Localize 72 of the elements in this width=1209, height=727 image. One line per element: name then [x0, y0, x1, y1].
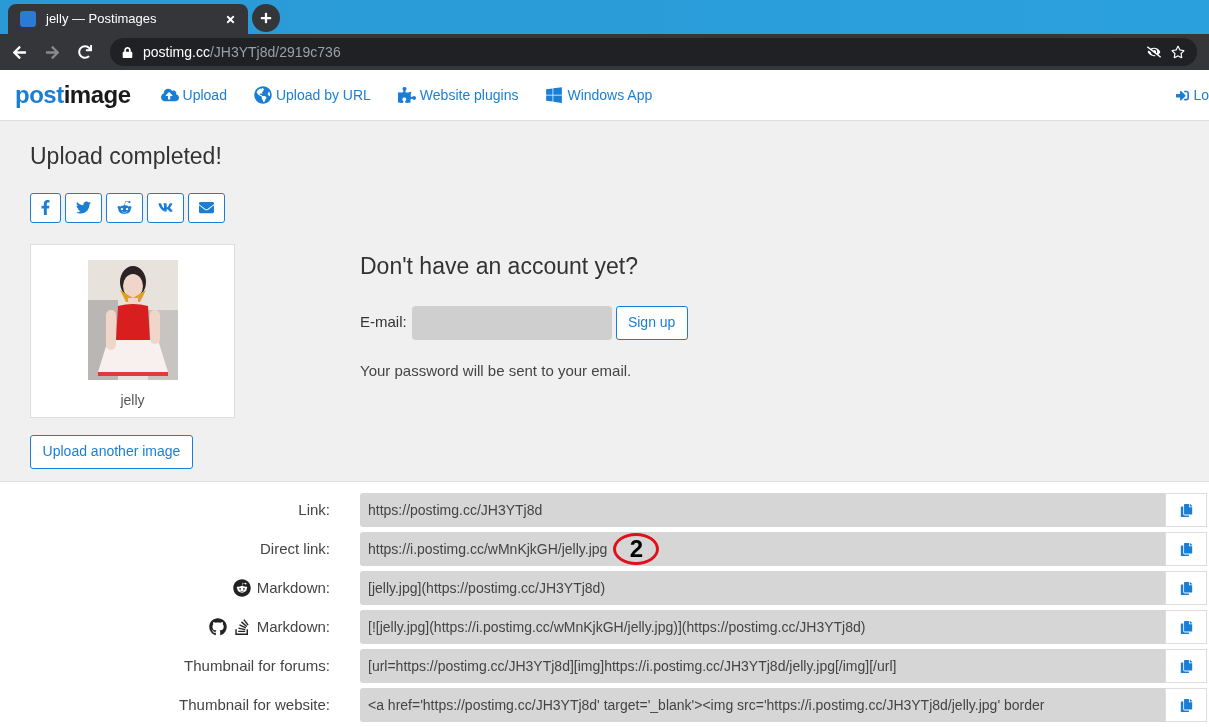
- upload-another-button[interactable]: Upload another image: [30, 434, 193, 469]
- share-button[interactable]: [147, 192, 184, 223]
- copy-button[interactable]: [1165, 493, 1207, 527]
- share-button[interactable]: [106, 192, 143, 223]
- share-button[interactable]: [188, 192, 225, 223]
- envelope-icon: [199, 200, 214, 215]
- link-label: Thumbnail for website:: [179, 694, 330, 715]
- link-field[interactable]: https://i.postimg.cc/wMnKjkGH/jelly.jpg 2: [360, 532, 1165, 566]
- image-caption: jelly: [120, 390, 145, 410]
- tab-title: jelly — Postimages: [46, 10, 158, 29]
- link-field[interactable]: https://postimg.cc/JH3YTj8d: [360, 493, 1165, 527]
- copy-icon: [1179, 581, 1193, 595]
- link-label: Direct link:: [260, 538, 330, 559]
- share-button[interactable]: [65, 192, 102, 223]
- copy-icon: [1179, 542, 1193, 556]
- link-label: Markdown:: [256, 577, 330, 598]
- copy-icon: [1179, 659, 1193, 673]
- nav-link[interactable]: Upload by URL: [253, 84, 371, 106]
- globe-icon: [253, 86, 272, 104]
- forward-icon[interactable]: [45, 44, 60, 60]
- link-field[interactable]: <a href='https://postimg.cc/JH3YTj8d' target='_blank'><img src='https://i.postimg.cc/JH3YTj8d/jelly.jpg' border: [360, 688, 1165, 722]
- share-button[interactable]: [30, 192, 61, 223]
- github-icon: [208, 618, 227, 636]
- reddit-icon: [232, 579, 251, 597]
- cloud-upload-icon: [160, 86, 179, 104]
- url-text: postimg.cc/JH3YTj8d/2919c736: [143, 42, 342, 62]
- nav-link[interactable]: Website plugins: [397, 84, 519, 106]
- email-label: E-mail:: [360, 312, 407, 333]
- copy-button[interactable]: [1165, 649, 1207, 683]
- site-logo[interactable]: postimage: [15, 83, 131, 107]
- facebook-icon: [38, 200, 53, 215]
- email-field[interactable]: [411, 305, 612, 340]
- signup-title: Don't have an account yet?: [360, 252, 640, 281]
- link-label: Thumbnail for forums:: [184, 655, 330, 676]
- copy-button[interactable]: [1165, 571, 1207, 605]
- plus-icon: [260, 12, 272, 24]
- link-field[interactable]: [jelly.jpg](https://postimg.cc/JH3YTj8d): [360, 571, 1165, 605]
- link-label: Markdown:: [256, 616, 330, 637]
- number-annotation: 2: [613, 533, 660, 565]
- sign-in-icon: [1176, 88, 1190, 102]
- puzzle-icon: [397, 86, 416, 104]
- thumbnail-card[interactable]: jelly: [30, 243, 235, 418]
- windows-icon: [545, 86, 564, 104]
- link-label: Link:: [298, 499, 330, 520]
- copy-icon: [1179, 698, 1193, 712]
- password-note: Your password will be sent to your email.: [360, 360, 633, 381]
- link-field[interactable]: [![jelly.jpg](https://i.postimg.cc/wMnKjkGH/jelly.jpg)](https://postimg.cc/JH3YTj8d): [360, 610, 1165, 644]
- copy-icon: [1179, 503, 1193, 517]
- stack-icon: [232, 618, 251, 636]
- close-icon[interactable]: [225, 13, 236, 25]
- twitter-icon: [76, 200, 91, 215]
- reload-icon[interactable]: [78, 45, 92, 59]
- address-field[interactable]: postimg.cc/JH3YTj8d/2919c736: [110, 38, 1197, 66]
- copy-button[interactable]: [1165, 532, 1207, 566]
- nav-link[interactable]: Windows App: [545, 84, 653, 106]
- copy-button[interactable]: [1165, 688, 1207, 722]
- sign-up-button[interactable]: Sign up: [615, 305, 688, 340]
- vk-icon: [158, 200, 173, 215]
- star-icon[interactable]: [1171, 45, 1185, 59]
- link-field[interactable]: [url=https://postimg.cc/JH3YTj8d][img]https://i.postimg.cc/JH3YTj8d/jelly.jpg[/img][/url]: [360, 649, 1165, 683]
- back-icon[interactable]: [12, 44, 27, 60]
- nav-link[interactable]: Upload: [160, 84, 227, 106]
- browser-tab[interactable]: jelly — Postimages: [8, 4, 248, 34]
- eye-slash-icon[interactable]: [1147, 45, 1161, 59]
- copy-button[interactable]: [1165, 610, 1207, 644]
- copy-icon: [1179, 620, 1193, 634]
- site-favicon: [20, 11, 36, 27]
- page-title: Upload completed!: [30, 142, 223, 171]
- new-tab-button[interactable]: [252, 4, 280, 32]
- lock-icon: [122, 46, 133, 58]
- reddit-icon: [117, 200, 132, 215]
- login-link[interactable]: Lo: [1176, 84, 1209, 106]
